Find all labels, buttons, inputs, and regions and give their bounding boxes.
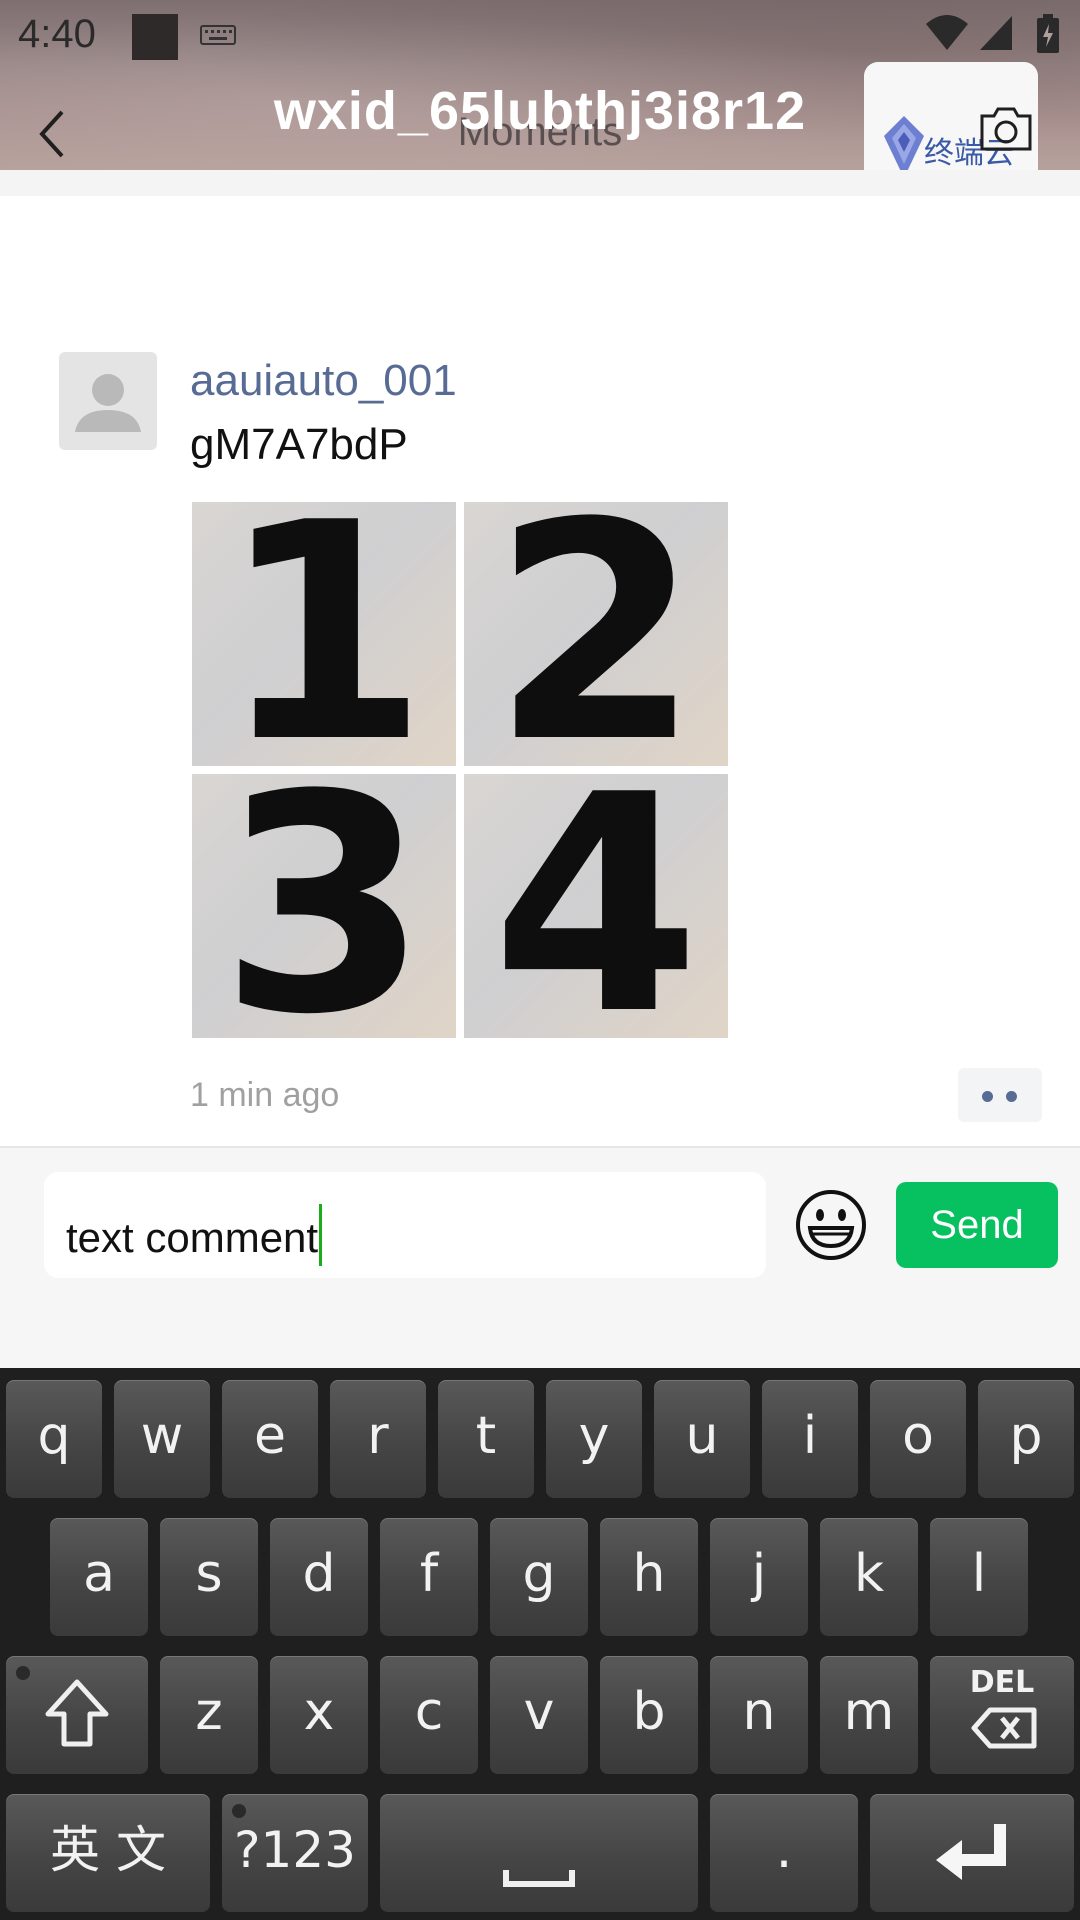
key-a[interactable]: a: [50, 1518, 148, 1636]
default-avatar-icon: [75, 374, 141, 432]
key-g[interactable]: g: [490, 1518, 588, 1636]
key-m[interactable]: m: [820, 1656, 918, 1774]
key-p[interactable]: p: [978, 1380, 1074, 1498]
key-j[interactable]: j: [710, 1518, 808, 1636]
space-icon: [503, 1870, 575, 1887]
post-photo-2[interactable]: 2: [464, 502, 728, 766]
enter-icon: [936, 1824, 1006, 1880]
key-k[interactable]: k: [820, 1518, 918, 1636]
enter-key[interactable]: [870, 1794, 1074, 1912]
key-n[interactable]: n: [710, 1656, 808, 1774]
moments-header: 4:40 Moments wxid_65lubthj3i8r12 终端云测: [0, 0, 1080, 170]
key-v[interactable]: v: [490, 1656, 588, 1774]
shift-icon: [45, 1679, 109, 1747]
language-key[interactable]: 英 文: [6, 1794, 210, 1912]
key-indicator-dot: [232, 1804, 246, 1818]
comment-input[interactable]: text comment: [44, 1172, 766, 1278]
key-i[interactable]: i: [762, 1380, 858, 1498]
key-t[interactable]: t: [438, 1380, 534, 1498]
symbols-key-label: ?123: [234, 1821, 356, 1879]
delete-key[interactable]: DEL: [930, 1656, 1074, 1774]
post-timestamp: 1 min ago: [190, 1076, 340, 1114]
key-b[interactable]: b: [600, 1656, 698, 1774]
key-y[interactable]: y: [546, 1380, 642, 1498]
post-author-name[interactable]: aauiauto_001: [190, 356, 457, 406]
shift-key[interactable]: [6, 1656, 148, 1774]
more-dot-icon: [982, 1091, 993, 1102]
send-button[interactable]: Send: [896, 1182, 1058, 1268]
comment-bar: text comment Send: [0, 1146, 1080, 1368]
camera-icon[interactable]: [978, 106, 1034, 152]
symbols-key[interactable]: ?123: [222, 1794, 368, 1912]
key-l[interactable]: l: [930, 1518, 1028, 1636]
key-w[interactable]: w: [114, 1380, 210, 1498]
photo-digit: 1: [219, 502, 429, 766]
period-key[interactable]: .: [710, 1794, 858, 1912]
post-text: gM7A7bdP: [190, 420, 408, 469]
key-s[interactable]: s: [160, 1518, 258, 1636]
space-key[interactable]: [380, 1794, 698, 1912]
key-x[interactable]: x: [270, 1656, 368, 1774]
key-u[interactable]: u: [654, 1380, 750, 1498]
battery-icon: [1037, 14, 1059, 53]
avatar[interactable]: [59, 352, 157, 450]
post-photo-4[interactable]: 4: [464, 774, 728, 1038]
key-q[interactable]: q: [6, 1380, 102, 1498]
key-r[interactable]: r: [330, 1380, 426, 1498]
photo-digit: 4: [491, 774, 701, 1038]
key-f[interactable]: f: [380, 1518, 478, 1636]
more-actions-button[interactable]: [958, 1068, 1042, 1122]
key-d[interactable]: d: [270, 1518, 368, 1636]
keyboard-icon: [200, 25, 236, 45]
key-e[interactable]: e: [222, 1380, 318, 1498]
cellular-icon: [980, 16, 1012, 50]
photo-grid: 1 2 3 4: [192, 502, 732, 1040]
key-h[interactable]: h: [600, 1518, 698, 1636]
post-photo-3[interactable]: 3: [192, 774, 456, 1038]
key-c[interactable]: c: [380, 1656, 478, 1774]
text-caret: [319, 1204, 323, 1266]
photo-digit: 3: [219, 774, 429, 1038]
more-dot-icon: [1006, 1091, 1017, 1102]
status-time: 4:40: [18, 12, 96, 56]
key-z[interactable]: z: [160, 1656, 258, 1774]
soft-keyboard: q w e r t y u i o p a s d f g h j k l z …: [0, 1368, 1080, 1920]
page-title: wxid_65lubthj3i8r12: [273, 81, 807, 141]
delete-icon: [971, 1707, 1037, 1749]
post-photo-1[interactable]: 1: [192, 502, 456, 766]
key-o[interactable]: o: [870, 1380, 966, 1498]
header-divider: [0, 170, 1080, 196]
photo-digit: 2: [491, 502, 701, 766]
notification-icon: [132, 14, 178, 60]
wifi-icon: [926, 15, 968, 50]
emoji-icon[interactable]: [794, 1188, 868, 1262]
comment-input-value: text comment: [66, 1214, 319, 1261]
